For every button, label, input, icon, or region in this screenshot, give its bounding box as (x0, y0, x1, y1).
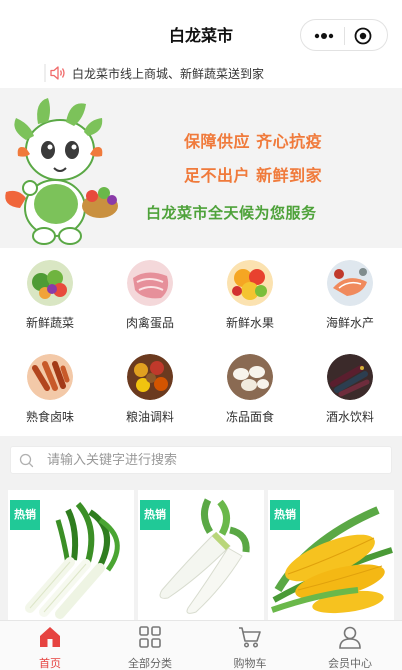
category-label: 粮油调料 (125, 410, 174, 424)
speaker-icon (50, 66, 65, 80)
category-label: 新鲜水果 (225, 316, 274, 330)
fruit-icon (227, 260, 273, 306)
seafood-icon (327, 260, 373, 306)
category-item-cooked-food[interactable]: 熟食卤味 (0, 342, 100, 424)
close-icon[interactable] (354, 27, 372, 45)
tab-member-center[interactable]: 会员中心 (300, 621, 400, 670)
meat-icon (127, 260, 173, 306)
product-card-corn[interactable]: 热销 (268, 490, 394, 624)
promo-banner[interactable]: 保障供应 齐心抗疫 足不出户 新鲜到家 白龙菜市全天候为您服务 (0, 88, 402, 248)
capsule-divider (344, 27, 345, 45)
navigation-bar: 白龙菜市 (0, 0, 402, 58)
tab-label: 会员中心 (328, 657, 372, 670)
bottom-tab-bar: 首页 全部分类 购物车 会员中心 (0, 620, 402, 670)
hot-sale-badge: 热销 (140, 500, 170, 530)
search-input[interactable] (47, 450, 377, 470)
tab-cart[interactable]: 购物车 (200, 621, 300, 670)
cooked-food-icon (27, 354, 73, 400)
hot-sale-badge: 热销 (270, 500, 300, 530)
banner-slogan: 白龙菜市全天候为您服务 (146, 204, 317, 222)
notice-divider (44, 64, 46, 82)
grain-oil-icon (127, 354, 173, 400)
search-section (0, 436, 402, 484)
hot-sale-badge: 热销 (10, 500, 40, 530)
category-label: 冻品面食 (225, 410, 274, 424)
product-card-white-radish[interactable]: 热销 (138, 490, 264, 624)
cart-icon (239, 627, 261, 648)
category-item-seafood[interactable]: 海鲜水产 (300, 248, 400, 330)
category-item-meat[interactable]: 肉禽蛋品 (100, 248, 200, 330)
user-icon (339, 626, 361, 649)
frozen-food-icon (227, 354, 273, 400)
product-list: 热销 热销 热销 (0, 484, 402, 624)
banner-headline-2: 足不出户 新鲜到家 (184, 166, 323, 185)
page: 白龙菜市 白龙菜市线上商城、新鲜蔬菜送到家 保障供应 齐心抗疫 足不出户 新鲜到… (0, 0, 402, 670)
tab-all-categories[interactable]: 全部分类 (100, 621, 200, 670)
category-item-fruit[interactable]: 新鲜水果 (200, 248, 300, 330)
home-icon (40, 627, 60, 647)
tab-label: 全部分类 (128, 657, 172, 670)
category-item-drinks[interactable]: 酒水饮料 (300, 342, 400, 424)
notice-text: 白龙菜市线上商城、新鲜蔬菜送到家 (72, 67, 265, 81)
category-label: 新鲜蔬菜 (25, 316, 74, 330)
category-item-vegetables[interactable]: 新鲜蔬菜 (0, 248, 100, 330)
banner-headline-1: 保障供应 齐心抗疫 (184, 132, 323, 151)
category-label: 海鲜水产 (325, 316, 374, 330)
grid-icon (139, 626, 161, 648)
notice-bar[interactable]: 白龙菜市线上商城、新鲜蔬菜送到家 (0, 58, 402, 88)
mini-program-capsule (300, 19, 388, 51)
category-label: 熟食卤味 (25, 410, 74, 424)
search-box[interactable] (10, 446, 392, 474)
category-item-frozen-food[interactable]: 冻品面食 (200, 342, 300, 424)
category-label: 肉禽蛋品 (125, 316, 174, 330)
more-icon[interactable] (309, 28, 339, 44)
vegetables-icon (27, 260, 73, 306)
category-item-grain-oil[interactable]: 粮油调料 (100, 342, 200, 424)
category-grid: 新鲜蔬菜 肉禽蛋品 新鲜水果 海鲜水产 熟食卤味 粮油调料 冻品面食 酒水饮料 (0, 248, 402, 436)
category-label: 酒水饮料 (325, 410, 374, 424)
tab-home[interactable]: 首页 (0, 621, 100, 670)
tab-label: 购物车 (233, 657, 267, 670)
dragon-mascot-icon (5, 98, 118, 245)
product-card-green-onion[interactable]: 热销 (8, 490, 134, 624)
tab-label: 首页 (39, 657, 61, 670)
drinks-icon (327, 354, 373, 400)
search-icon (19, 453, 34, 468)
